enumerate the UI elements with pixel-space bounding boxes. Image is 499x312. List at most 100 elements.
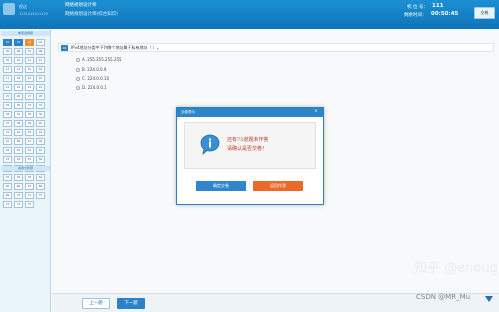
option-label: B.	[82, 67, 87, 72]
close-icon[interactable]: ×	[314, 109, 318, 115]
question-cell[interactable]: 27	[25, 93, 34, 100]
question-cell[interactable]: 01	[3, 39, 12, 46]
question-cell[interactable]: 37	[3, 120, 12, 127]
question-cell[interactable]: 30	[14, 102, 23, 109]
question-cell[interactable]: 15	[25, 66, 34, 73]
question-cell[interactable]: 69	[3, 192, 12, 199]
return-to-answer-button[interactable]: 返回作答	[253, 181, 303, 191]
question-cell[interactable]: 22	[14, 84, 23, 91]
time-remaining: 00:50:45	[431, 11, 459, 17]
question-cell[interactable]: 71	[25, 192, 34, 199]
next-question-button[interactable]: 下一题	[117, 298, 145, 309]
question-cell[interactable]: 02	[14, 39, 23, 46]
question-cell[interactable]: 41	[3, 129, 12, 136]
question-cell[interactable]: 54	[14, 156, 23, 163]
option-label: C.	[82, 76, 87, 81]
radio-icon[interactable]	[76, 68, 80, 72]
option-b[interactable]: B. 224.0.0.9	[76, 67, 106, 73]
question-cell[interactable]: 52	[36, 147, 45, 154]
question-cell[interactable]: 28	[36, 93, 45, 100]
section-title-case: 案例分析题	[1, 166, 50, 171]
question-cell[interactable]: 25	[3, 93, 12, 100]
question-cell[interactable]: 66	[14, 183, 23, 190]
avatar	[3, 3, 15, 15]
question-cell[interactable]: 35	[25, 111, 34, 118]
question-cell[interactable]: 09	[3, 57, 12, 64]
submit-confirm-dialog: 交卷提示 × 还有73道题未作答 请确认是否交卷！ 确定交卷 返回作答	[176, 107, 324, 205]
question-cell[interactable]: 46	[14, 138, 23, 145]
submit-exam-button[interactable]: 交卷	[474, 7, 495, 19]
question-cell[interactable]: 38	[14, 120, 23, 127]
question-cell[interactable]: 01	[3, 174, 12, 181]
question-cell[interactable]: 36	[36, 111, 45, 118]
question-cell[interactable]: 12	[36, 57, 45, 64]
question-cell[interactable]: 50	[14, 147, 23, 154]
question-cell[interactable]: 02	[14, 174, 23, 181]
question-cell[interactable]: 10	[14, 57, 23, 64]
question-grid-case: 01 02 03	[3, 174, 45, 181]
question-cell[interactable]: 03	[25, 39, 34, 46]
option-a[interactable]: A. 255.255.255.255	[76, 57, 122, 63]
question-cell[interactable]: 21	[3, 84, 12, 91]
question-cell[interactable]: 24	[36, 84, 45, 91]
radio-icon[interactable]	[76, 86, 80, 90]
csdn-watermark: CSDN @MR_Mu	[416, 293, 471, 301]
candidate-name: 倪达	[19, 4, 27, 9]
question-cell[interactable]: 18	[14, 75, 23, 82]
question-cell[interactable]: 51	[25, 147, 34, 154]
question-cell[interactable]: 31	[25, 102, 34, 109]
question-cell[interactable]: 73	[3, 201, 12, 208]
question-cell[interactable]: 04	[36, 39, 45, 46]
question-cell[interactable]: 23	[25, 84, 34, 91]
question-cell[interactable]: 11	[25, 57, 34, 64]
question-cell[interactable]: 42	[14, 129, 23, 136]
question-cell[interactable]: 13	[3, 66, 12, 73]
dialog-titlebar: 交卷提示 ×	[177, 108, 323, 117]
question-cell[interactable]: 40	[36, 120, 45, 127]
question-cell[interactable]: 47	[25, 138, 34, 145]
question-cell[interactable]: 08	[36, 48, 45, 55]
question-cell[interactable]: 55	[25, 156, 34, 163]
question-cell[interactable]: 05	[3, 48, 12, 55]
question-cell[interactable]: 44	[36, 129, 45, 136]
question-cell[interactable]: 49	[3, 147, 12, 154]
question-cell[interactable]: 33	[3, 111, 12, 118]
question-cell[interactable]: 74	[14, 201, 23, 208]
radio-icon[interactable]	[76, 77, 80, 81]
question-cell[interactable]: 56	[36, 156, 45, 163]
previous-question-button[interactable]: 上一题	[82, 298, 110, 309]
question-cell[interactable]: 32	[36, 102, 45, 109]
confirm-submit-button[interactable]: 确定交卷	[196, 181, 246, 191]
question-cell[interactable]: 14	[14, 66, 23, 73]
question-cell[interactable]: 16	[36, 66, 45, 73]
question-cell[interactable]: 39	[25, 120, 34, 127]
question-cell[interactable]: 20	[36, 75, 45, 82]
question-cell[interactable]: 65	[3, 183, 12, 190]
question-cell[interactable]: 26	[14, 93, 23, 100]
scroll-down-icon[interactable]	[485, 296, 493, 302]
question-cell[interactable]: 43	[25, 129, 34, 136]
dialog-message-confirm: 请确认是否交卷！	[227, 146, 268, 152]
question-cell[interactable]: 67	[25, 183, 34, 190]
question-cell[interactable]: 19	[25, 75, 34, 82]
question-cell[interactable]: 29	[3, 102, 12, 109]
option-c[interactable]: C. 224.0.0.10	[76, 76, 109, 82]
question-cell[interactable]: 68	[36, 183, 45, 190]
question-number: 01	[61, 45, 68, 51]
info-bubble-icon	[200, 134, 220, 156]
option-label: D.	[82, 85, 87, 90]
question-cell[interactable]: 07	[25, 48, 34, 55]
question-cell[interactable]: 70	[14, 192, 23, 199]
question-cell[interactable]: 72	[36, 192, 45, 199]
question-cell[interactable]: 17	[3, 75, 12, 82]
question-cell[interactable]: 06	[14, 48, 23, 55]
question-cell[interactable]: 48	[36, 138, 45, 145]
question-cell[interactable]: 03	[25, 174, 34, 181]
question-cell[interactable]: 75	[25, 201, 34, 208]
question-cell[interactable]: 53	[3, 156, 12, 163]
dialog-title: 交卷提示	[181, 110, 195, 114]
question-cell[interactable]: 34	[14, 111, 23, 118]
radio-icon[interactable]	[76, 58, 80, 62]
option-d[interactable]: D. 224.0.0.1	[76, 85, 107, 91]
question-cell[interactable]: 45	[3, 138, 12, 145]
